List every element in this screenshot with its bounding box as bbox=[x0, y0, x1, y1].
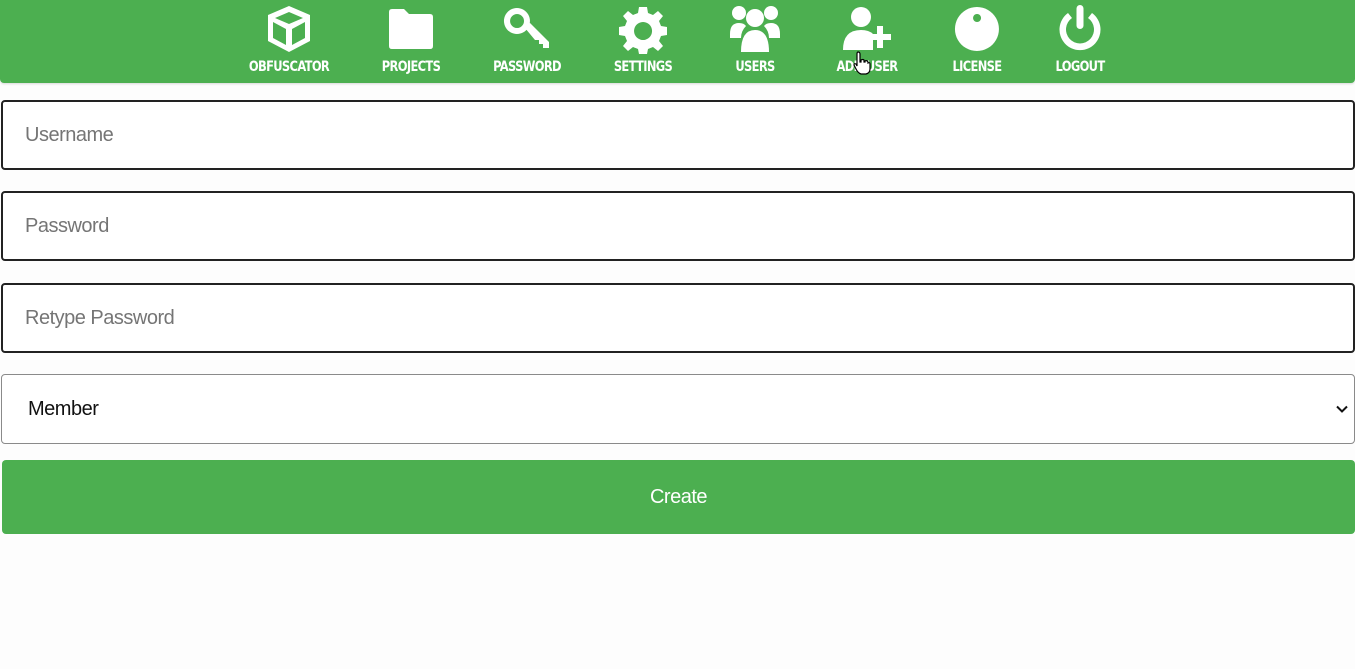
nav-label: SETTINGS bbox=[613, 59, 673, 75]
nav-label: OBFUSCATOR bbox=[248, 59, 330, 75]
nav-label: PROJECTS bbox=[381, 59, 441, 75]
role-select-value: Member bbox=[28, 398, 99, 420]
nav-label: LICENSE bbox=[952, 59, 1003, 75]
user-plus-icon bbox=[843, 7, 891, 50]
password-field[interactable] bbox=[1, 191, 1355, 261]
nav-item-projects[interactable]: PROJECTS bbox=[356, 0, 466, 83]
hand-pointer-cursor-icon bbox=[853, 51, 871, 75]
nav-label: PASSWORD bbox=[493, 59, 561, 75]
power-icon bbox=[1059, 5, 1101, 51]
cube-icon bbox=[268, 6, 310, 52]
gear-icon bbox=[619, 7, 667, 54]
nav-item-password[interactable]: PASSWORD bbox=[472, 0, 582, 83]
chevron-down-icon bbox=[1336, 405, 1348, 413]
nav-item-logout[interactable]: LOGOUT bbox=[1025, 0, 1135, 83]
nav-label: USERS bbox=[735, 59, 775, 75]
role-select[interactable]: Member bbox=[1, 374, 1355, 444]
nav-item-settings[interactable]: SETTINGS bbox=[588, 0, 698, 83]
create-button[interactable]: Create bbox=[2, 460, 1355, 534]
users-icon bbox=[730, 6, 780, 52]
nav-item-obfuscator[interactable]: OBFUSCATOR bbox=[234, 0, 344, 83]
retype-password-field[interactable] bbox=[1, 283, 1355, 353]
top-navigation-bar: OBFUSCATOR PROJECTS PASSWORD SETTINGS US… bbox=[0, 0, 1355, 83]
folder-icon bbox=[389, 9, 433, 49]
info-icon bbox=[954, 7, 999, 51]
username-field[interactable] bbox=[1, 100, 1355, 170]
nav-item-license[interactable]: LICENSE bbox=[922, 0, 1032, 83]
nav-label: LOGOUT bbox=[1055, 59, 1105, 75]
nav-item-users[interactable]: USERS bbox=[700, 0, 810, 83]
key-icon bbox=[503, 8, 549, 48]
